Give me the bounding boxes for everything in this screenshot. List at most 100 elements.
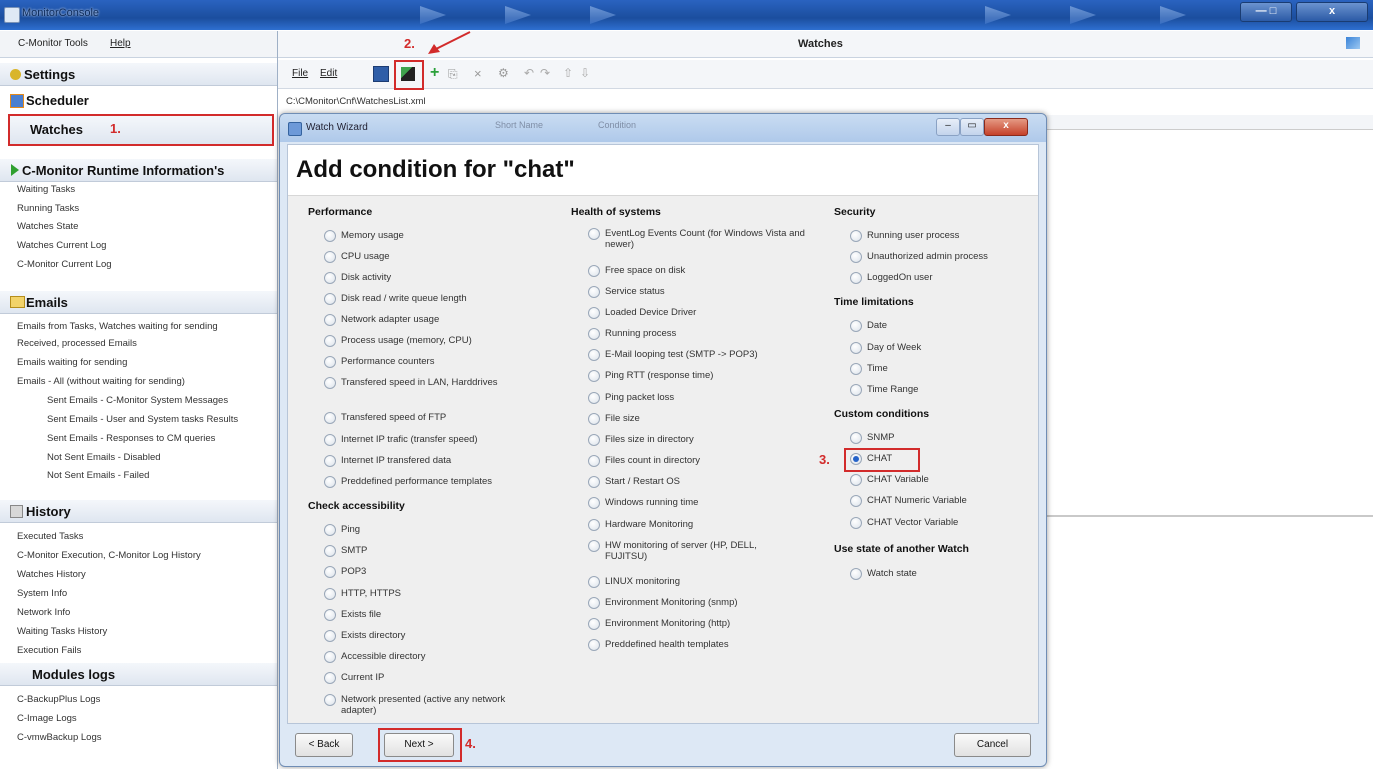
list-item[interactable]: C-Monitor Current Log (17, 259, 112, 270)
option-ping[interactable]: Ping (324, 524, 360, 536)
list-item[interactable]: C-vmwBackup Logs (17, 732, 101, 743)
option-chat-vector-variable[interactable]: CHAT Vector Variable (850, 517, 958, 529)
option-ping-rtt[interactable]: Ping RTT (response time) (588, 370, 713, 382)
list-item[interactable]: Sent Emails - Responses to CM queries (47, 433, 215, 444)
option-chat-numeric-variable[interactable]: CHAT Numeric Variable (850, 495, 967, 507)
option-network-adapter[interactable]: Network adapter usage (324, 314, 439, 326)
option-running-user-process[interactable]: Running user process (850, 230, 959, 242)
option-files-size-dir[interactable]: Files size in directory (588, 434, 694, 446)
option-start-restart-os[interactable]: Start / Restart OS (588, 476, 680, 488)
dialog-minimize-button[interactable]: – (936, 118, 960, 136)
list-item[interactable]: C-Image Logs (17, 713, 77, 724)
redo-icon[interactable]: ↷ (540, 66, 550, 80)
option-running-process[interactable]: Running process (588, 328, 676, 340)
list-item[interactable]: Emails from Tasks, Watches waiting for s… (17, 321, 218, 332)
option-eventlog[interactable]: EventLog Events Count (for Windows Vista… (588, 228, 805, 250)
option-transfer-lan[interactable]: Transfered speed in LAN, Harddrives (324, 377, 501, 389)
nav-emails-header[interactable]: Emails (0, 291, 277, 314)
nav-watches[interactable]: Watches 1. (8, 114, 274, 146)
next-button[interactable]: Next > (384, 733, 454, 757)
option-time[interactable]: Time (850, 363, 888, 375)
list-item[interactable]: C-Monitor Execution, C-Monitor Log Histo… (17, 550, 201, 561)
option-env-http[interactable]: Environment Monitoring (http) (588, 618, 730, 630)
option-current-ip[interactable]: Current IP (324, 672, 384, 684)
nav-scheduler[interactable]: Scheduler (0, 89, 277, 111)
option-exists-file[interactable]: Exists file (324, 609, 381, 621)
option-files-count-dir[interactable]: Files count in directory (588, 455, 700, 467)
delete-icon[interactable]: × (474, 66, 482, 81)
option-linux-monitoring[interactable]: LINUX monitoring (588, 576, 680, 588)
nav-runtime-header[interactable]: C-Monitor Runtime Information's (0, 159, 277, 182)
menu-edit[interactable]: Edit (320, 68, 337, 79)
list-item[interactable]: System Info (17, 588, 67, 599)
nav-history-header[interactable]: History (0, 500, 277, 523)
option-device-driver[interactable]: Loaded Device Driver (588, 307, 696, 319)
option-performance-counters[interactable]: Performance counters (324, 356, 434, 368)
dialog-close-button[interactable]: x (984, 118, 1028, 136)
list-item[interactable]: Waiting Tasks History (17, 626, 107, 637)
option-windows-running-time[interactable]: Windows running time (588, 497, 698, 509)
option-http[interactable]: HTTP, HTTPS (324, 588, 401, 600)
list-item[interactable]: Watches State (17, 221, 78, 232)
list-item[interactable]: Emails - All (without waiting for sendin… (17, 376, 185, 387)
option-email-looping[interactable]: E-Mail looping test (SMTP -> POP3) (588, 349, 758, 361)
option-accessible-directory[interactable]: Accessible directory (324, 651, 425, 663)
list-item[interactable]: C-BackupPlus Logs (17, 694, 100, 705)
refresh-icon[interactable] (1346, 37, 1360, 49)
list-item[interactable]: Waiting Tasks (17, 184, 75, 195)
copy-icon[interactable]: ⎘ (448, 67, 458, 82)
menu-cmonitor-tools[interactable]: C-Monitor Tools (18, 38, 88, 49)
option-exists-directory[interactable]: Exists directory (324, 630, 405, 642)
option-service-status[interactable]: Service status (588, 286, 665, 298)
menu-help[interactable]: Help (110, 38, 131, 49)
list-item[interactable]: Execution Fails (17, 645, 81, 656)
list-item[interactable]: Network Info (17, 607, 70, 618)
option-network-presented[interactable]: Network presented (active any network ad… (324, 694, 511, 716)
option-health-templates[interactable]: Preddefined health templates (588, 639, 729, 651)
list-item[interactable]: Watches Current Log (17, 240, 106, 251)
option-chat[interactable]: CHAT (850, 453, 892, 465)
move-down-icon[interactable]: ⇩ (580, 66, 590, 80)
option-process-usage[interactable]: Process usage (memory, CPU) (324, 335, 472, 347)
list-item[interactable]: Not Sent Emails - Disabled (47, 452, 161, 463)
option-ping-loss[interactable]: Ping packet loss (588, 392, 674, 404)
option-file-size[interactable]: File size (588, 413, 640, 425)
list-item[interactable]: Sent Emails - C-Monitor System Messages (47, 395, 228, 406)
undo-icon[interactable]: ↶ (524, 66, 534, 80)
option-smtp[interactable]: SMTP (324, 545, 367, 557)
option-hw-server[interactable]: HW monitoring of server (HP, DELL, FUJIT… (588, 540, 765, 562)
close-button[interactable]: x (1296, 2, 1368, 22)
back-button[interactable]: < Back (295, 733, 353, 757)
add-icon[interactable]: + (430, 64, 439, 82)
option-day-of-week[interactable]: Day of Week (850, 342, 921, 354)
list-item[interactable]: Executed Tasks (17, 531, 83, 542)
option-unauthorized-admin[interactable]: Unauthorized admin process (850, 251, 988, 263)
option-date[interactable]: Date (850, 320, 887, 332)
minimize-maximize-buttons[interactable]: — □ (1240, 2, 1292, 22)
option-time-range[interactable]: Time Range (850, 384, 918, 396)
nav-modules-header[interactable]: Modules logs (0, 663, 277, 686)
list-item[interactable]: Not Sent Emails - Failed (47, 470, 149, 481)
list-item[interactable]: Emails waiting for sending (17, 357, 127, 368)
option-internet-data[interactable]: Internet IP transfered data (324, 455, 451, 467)
option-env-snmp[interactable]: Environment Monitoring (snmp) (588, 597, 738, 609)
option-internet-traffic[interactable]: Internet IP trafic (transfer speed) (324, 434, 478, 446)
option-performance-templates[interactable]: Preddefined performance templates (324, 476, 492, 488)
option-memory-usage[interactable]: Memory usage (324, 230, 404, 242)
save-icon[interactable] (373, 66, 389, 82)
nav-settings[interactable]: Settings (0, 63, 277, 86)
option-loggedon-user[interactable]: LoggedOn user (850, 272, 933, 284)
dialog-maximize-button[interactable]: ▭ (960, 118, 984, 136)
option-watch-state[interactable]: Watch state (850, 568, 917, 580)
menu-file[interactable]: File (292, 68, 308, 79)
option-hardware-monitoring[interactable]: Hardware Monitoring (588, 519, 693, 531)
option-transfer-ftp[interactable]: Transfered speed of FTP (324, 412, 446, 424)
list-item[interactable]: Watches History (17, 569, 86, 580)
list-item[interactable]: Sent Emails - User and System tasks Resu… (47, 414, 238, 425)
option-free-space[interactable]: Free space on disk (588, 265, 685, 277)
option-disk-activity[interactable]: Disk activity (324, 272, 391, 284)
move-up-icon[interactable]: ⇧ (563, 66, 573, 80)
cancel-button[interactable]: Cancel (954, 733, 1031, 757)
option-cpu-usage[interactable]: CPU usage (324, 251, 390, 263)
option-chat-variable[interactable]: CHAT Variable (850, 474, 929, 486)
